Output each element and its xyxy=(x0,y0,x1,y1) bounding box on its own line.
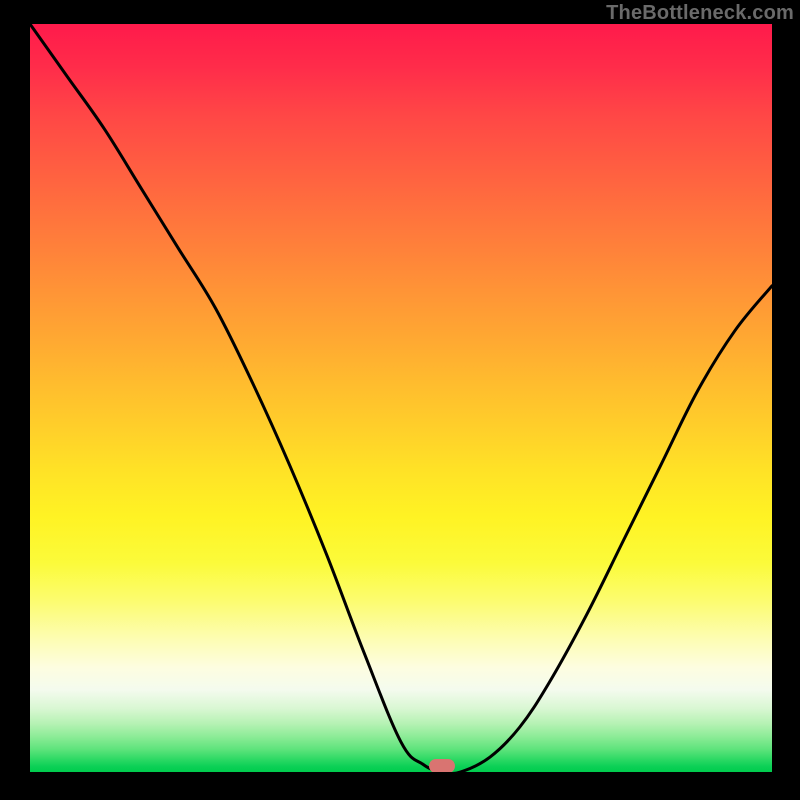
curve-svg xyxy=(30,24,772,772)
watermark-text: TheBottleneck.com xyxy=(606,2,794,25)
plot-area xyxy=(30,24,772,772)
bottleneck-curve xyxy=(30,24,772,772)
optimal-marker xyxy=(429,759,455,772)
chart-frame: TheBottleneck.com xyxy=(0,0,800,800)
